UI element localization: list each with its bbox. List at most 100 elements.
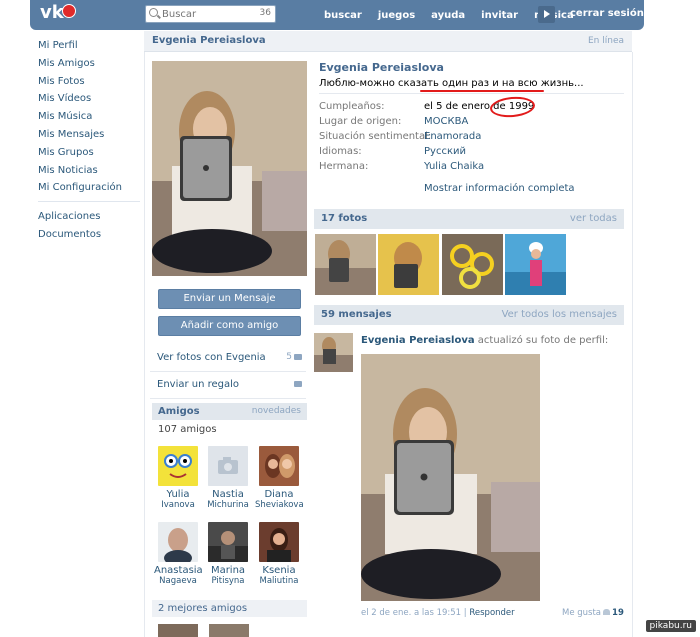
friend-first-name[interactable]: Yulia	[154, 489, 202, 500]
gift-icon	[294, 381, 302, 387]
birthday-label: Cumpleaños:	[319, 101, 385, 112]
menu-documentos[interactable]: Documentos	[38, 226, 140, 244]
friend-card[interactable]: Ksenia Maliutina	[255, 522, 303, 587]
wall-post-photo[interactable]	[361, 354, 540, 601]
send-gift-link[interactable]: Enviar un regalo	[157, 379, 239, 390]
menu-mis-mensajes[interactable]: Mis Mensajes	[38, 126, 140, 144]
menu-mis-amigos[interactable]: Mis Amigos	[38, 55, 140, 73]
friend-avatar[interactable]	[208, 522, 248, 562]
logo-text: vk	[40, 2, 64, 23]
see-photos-with-row[interactable]: Ver fotos con Evgenia 5	[150, 345, 306, 372]
friend-card[interactable]: Marina Pitisyna	[204, 522, 252, 587]
friend-card[interactable]: Nastia Michurina	[204, 446, 252, 511]
best-friend-avatar[interactable]	[158, 624, 198, 637]
friend-first-name[interactable]: Ksenia	[255, 565, 303, 576]
sister-value[interactable]: Yulia Chaika	[424, 161, 484, 172]
friend-card[interactable]: Yulia Ivanova	[154, 446, 202, 511]
menu-mis-fotos[interactable]: Mis Fotos	[38, 73, 140, 91]
friend-avatar[interactable]	[259, 446, 299, 486]
photo-thumb[interactable]	[315, 234, 376, 295]
wall-post-date[interactable]: el 2 de ene. a las 19:51	[361, 608, 461, 618]
show-full-info-link[interactable]: Mostrar información completa	[424, 183, 575, 194]
photo-thumb[interactable]	[505, 234, 566, 295]
profile-photo[interactable]	[152, 61, 307, 276]
friend-first-name[interactable]: Nastia	[204, 489, 252, 500]
photo-thumb[interactable]	[442, 234, 503, 295]
friend-last-name[interactable]: Nagaeva	[154, 576, 202, 587]
like-button[interactable]: Me gusta 19	[562, 608, 624, 618]
menu-mis-noticias[interactable]: Mis Noticias	[38, 162, 140, 180]
relationship-value[interactable]: Enamorada	[424, 131, 481, 142]
hometown-value[interactable]: МОСКВА	[424, 116, 468, 127]
menu-mis-grupos[interactable]: Mis Grupos	[38, 144, 140, 162]
friend-card[interactable]: Diana Sheviakova	[255, 446, 304, 511]
see-photos-with-link[interactable]: Ver fotos con Evgenia	[157, 352, 266, 363]
wall-title[interactable]: 59 mensajes	[321, 309, 392, 320]
best-friend-avatar[interactable]	[209, 624, 249, 637]
nav-ayuda[interactable]: ayuda	[431, 10, 465, 21]
search-box[interactable]: 36	[145, 5, 276, 23]
best-friends-title[interactable]: 2 mejores amigos	[158, 603, 247, 614]
friend-last-name[interactable]: Maliutina	[255, 576, 303, 587]
content-border-right	[632, 52, 633, 637]
languages-label: Idiomas:	[319, 146, 362, 157]
friend-avatar[interactable]	[158, 446, 198, 486]
nav-buscar[interactable]: buscar	[324, 10, 362, 21]
logout-link[interactable]: cerrar sesión	[570, 8, 644, 19]
menu-mi-perfil[interactable]: Mi Perfil	[38, 37, 140, 55]
friend-last-name[interactable]: Pitisyna	[204, 576, 252, 587]
photos-title[interactable]: 17 fotos	[321, 213, 367, 224]
wall-post-footer: el 2 de ene. a las 19:51 | Responder	[361, 608, 515, 618]
wall-header: 59 mensajes Ver todos los mensajes	[314, 305, 624, 325]
friends-count[interactable]: 107 amigos	[158, 424, 217, 435]
top-bar: vk 36 buscar juegos ayuda invitar música…	[30, 0, 644, 30]
wall-author-avatar[interactable]	[314, 333, 353, 372]
menu-aplicaciones[interactable]: Aplicaciones	[38, 208, 140, 226]
friend-avatar[interactable]	[208, 446, 248, 486]
friends-news-link[interactable]: novedades	[252, 406, 301, 416]
header-name[interactable]: Evgenia Pereiaslova	[152, 35, 266, 46]
friend-avatar[interactable]	[259, 522, 299, 562]
menu-mis-musica[interactable]: Mis Música	[38, 108, 140, 126]
friend-first-name[interactable]: Marina	[204, 565, 252, 576]
like-label: Me gusta	[562, 608, 602, 618]
friend-avatar[interactable]	[158, 522, 198, 562]
profile-status[interactable]: Люблю-можно сказать один раз и на всю жи…	[319, 78, 584, 89]
friend-last-name[interactable]: Sheviakova	[255, 500, 304, 511]
friend-card[interactable]: Anastasia Nagaeva	[154, 522, 203, 587]
friend-first-name[interactable]: Anastasia	[154, 565, 203, 576]
menu-mis-videos[interactable]: Mis Vídeos	[38, 90, 140, 108]
annotation-underline	[420, 90, 544, 92]
wall-see-all[interactable]: Ver todos los mensajes	[502, 309, 617, 320]
wall-post-header: Evgenia Pereiaslova actualizó su foto de…	[361, 335, 608, 346]
menu-mi-configuracion[interactable]: Mi Configuración	[38, 179, 140, 197]
watermark: pikabu.ru	[645, 620, 696, 632]
photos-see-all[interactable]: ver todas	[570, 213, 617, 224]
relationship-label: Situación sentimental:	[319, 131, 432, 142]
search-icon	[149, 8, 158, 17]
photo-thumb[interactable]	[378, 234, 439, 295]
friend-last-name[interactable]: Michurina	[204, 500, 252, 511]
languages-value[interactable]: Русский	[424, 146, 466, 157]
send-message-button[interactable]: Enviar un Mensaje	[158, 289, 301, 309]
friend-last-name[interactable]: Ivanova	[154, 500, 202, 511]
send-gift-row[interactable]: Enviar un regalo	[150, 372, 306, 399]
nav-juegos[interactable]: juegos	[378, 10, 415, 21]
hometown-label: Lugar de origen:	[319, 116, 402, 127]
nav-invitar[interactable]: invitar	[481, 10, 518, 21]
friends-title[interactable]: Amigos	[158, 406, 200, 417]
reply-link[interactable]: Responder	[469, 608, 514, 618]
logo-badge-icon	[62, 4, 76, 18]
photos-header: 17 fotos ver todas	[314, 209, 624, 229]
see-photos-count: 5	[286, 352, 292, 362]
add-friend-button[interactable]: Añadir como amigo	[158, 316, 301, 336]
status-divider	[319, 93, 624, 94]
vk-logo[interactable]: vk	[40, 2, 80, 26]
friend-first-name[interactable]: Diana	[255, 489, 303, 500]
wall-author-name[interactable]: Evgenia Pereiaslova	[361, 335, 475, 346]
profile-name: Evgenia Pereiaslova	[319, 61, 444, 74]
like-count: 19	[612, 608, 624, 618]
search-input[interactable]	[162, 7, 242, 21]
camera-icon	[294, 354, 302, 360]
play-icon[interactable]	[538, 6, 555, 23]
